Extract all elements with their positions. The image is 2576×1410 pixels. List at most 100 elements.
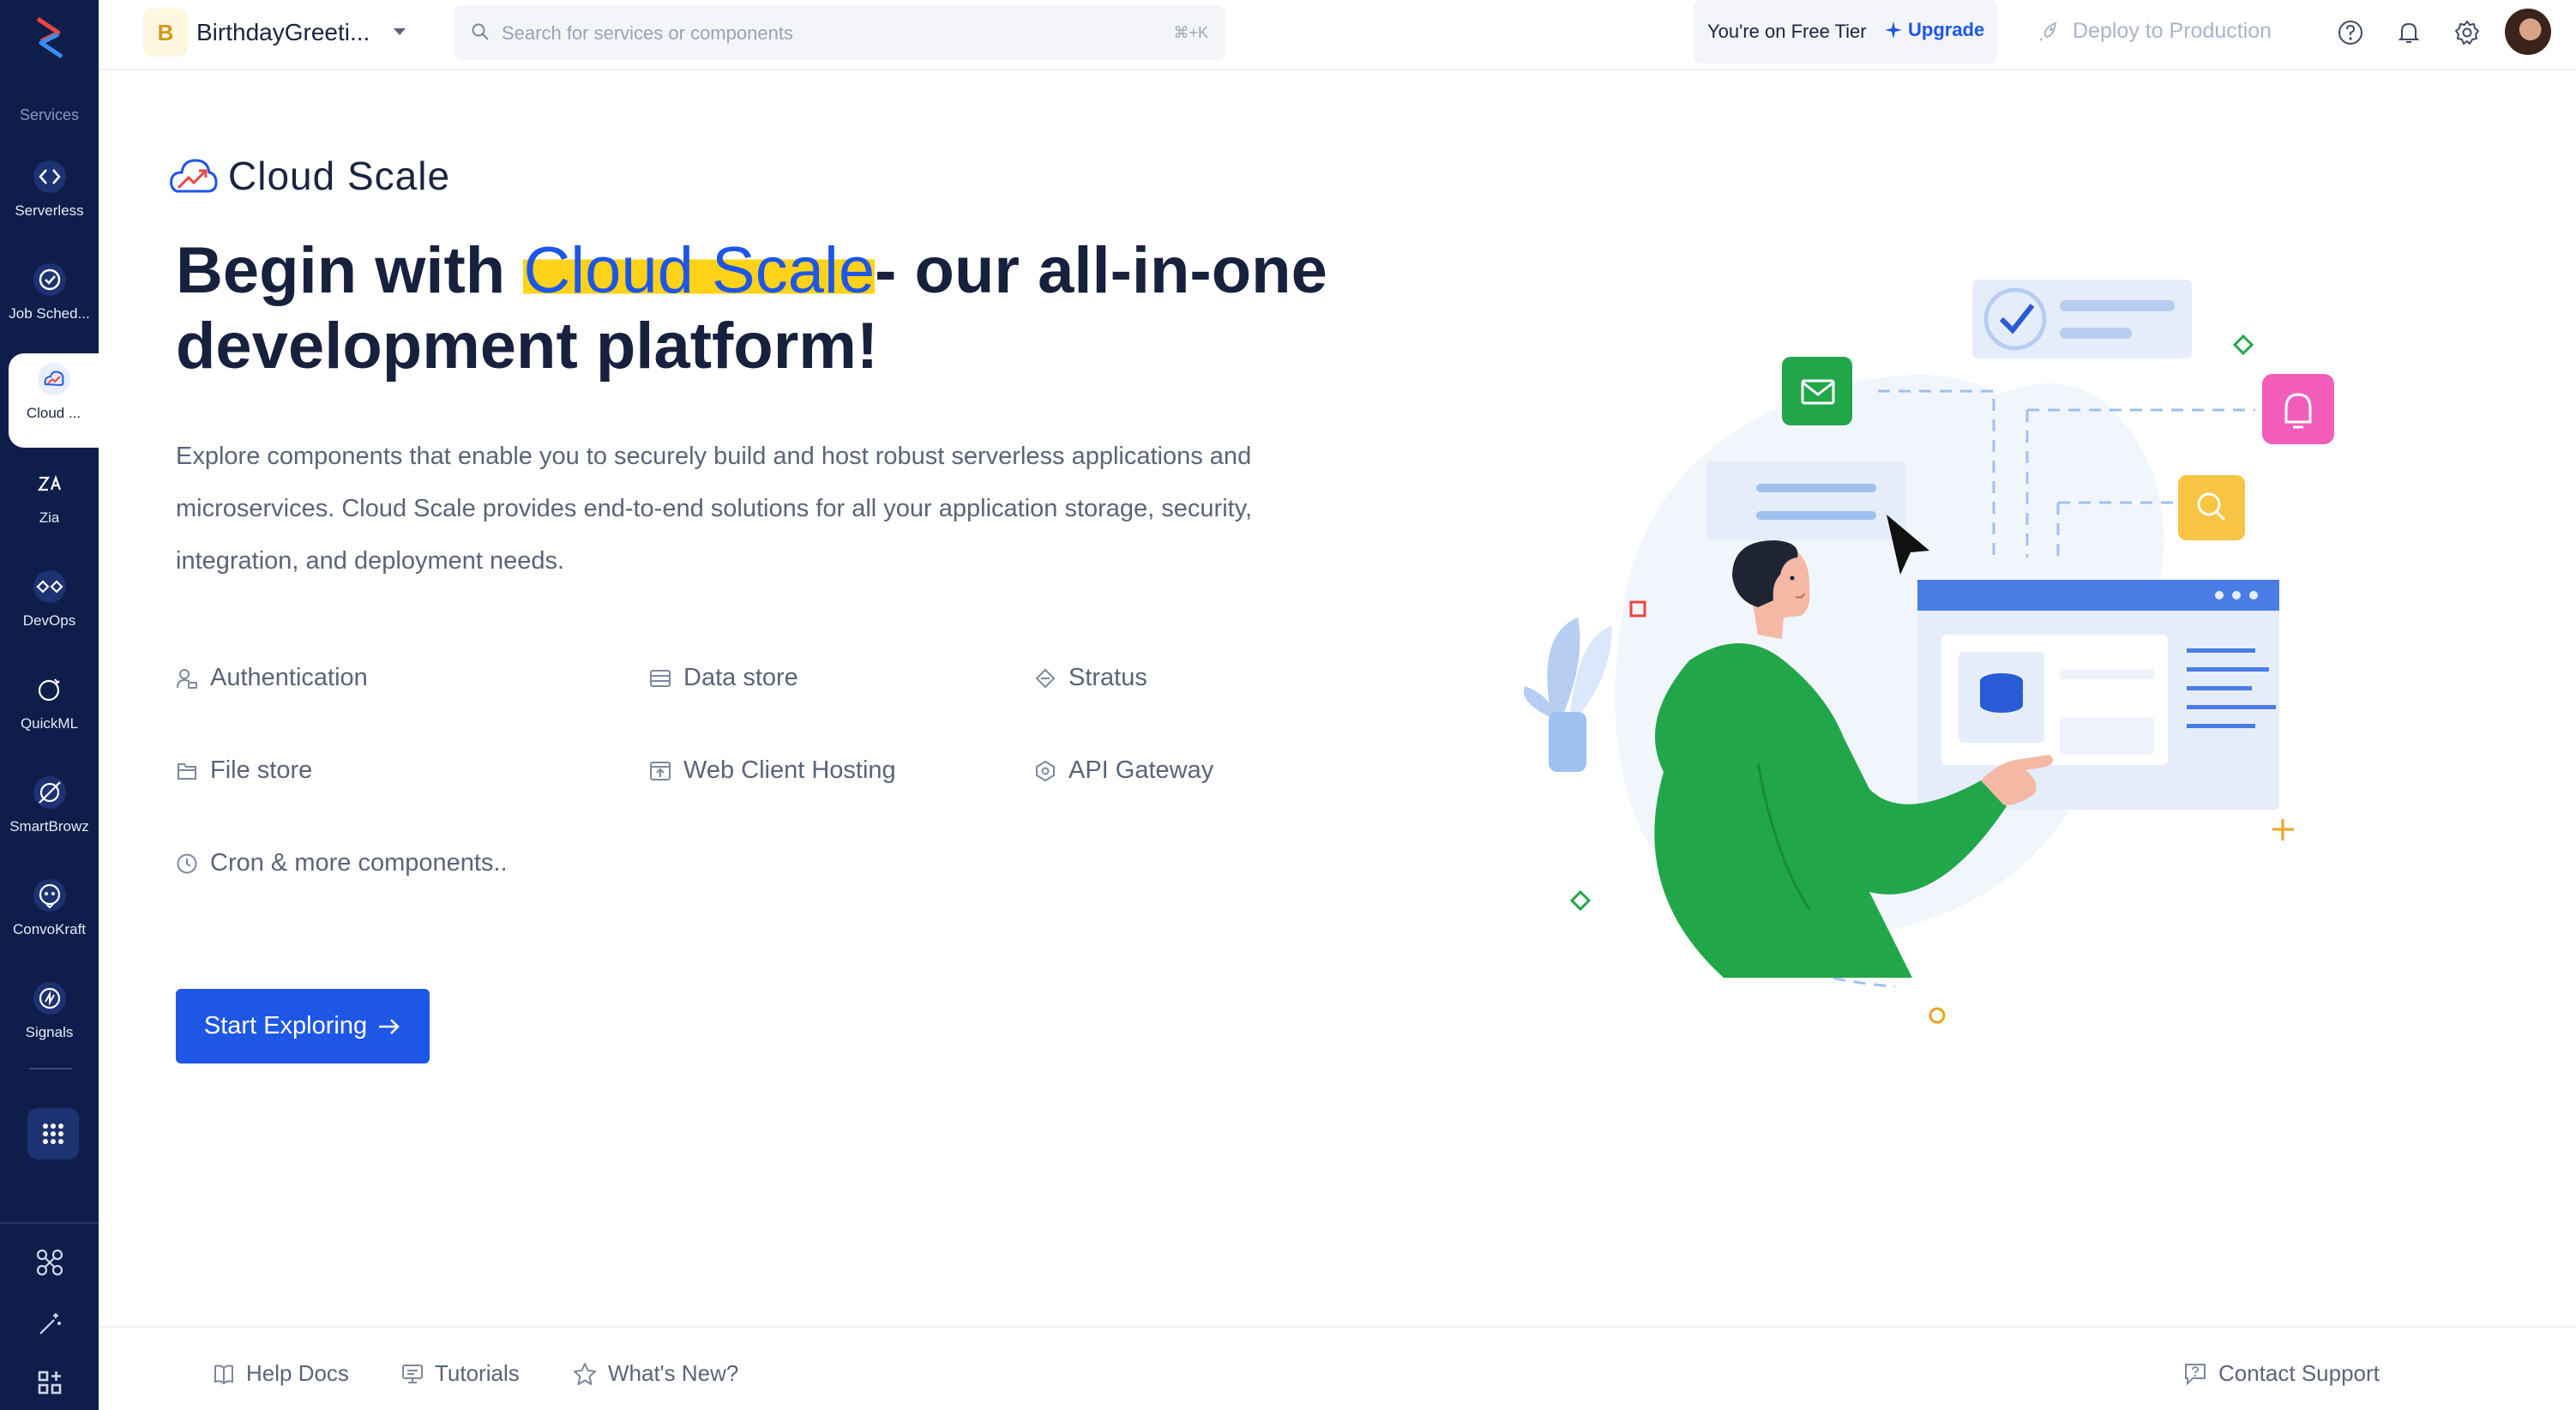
quickml-icon [29,669,70,710]
feature-label: API Gateway [1068,756,1214,784]
search-shortcut: ⌘+K [1173,24,1208,41]
feature-label: Data store [683,664,798,691]
signals-icon [29,978,70,1019]
book-icon [214,1364,233,1384]
help-docs-label: Help Docs [246,1360,349,1386]
user-avatar[interactable] [2505,9,2551,55]
sidebar: Services Serverless Job Sched... Cloud .… [0,0,99,1410]
chevron-down-icon[interactable] [392,26,407,41]
api-gateway-icon [1036,760,1055,781]
whats-new-label: What's New? [608,1360,739,1386]
upgrade-label: Upgrade [1908,19,1985,40]
page-description: Explore components that enable you to se… [176,443,1253,575]
sidebar-item-serverless[interactable]: Serverless [0,151,99,245]
feature-label: File store [210,756,313,784]
devops-icon [29,566,70,607]
sidebar-item-convokraft[interactable]: ConvoKraft [0,870,99,964]
cloud-scale-icon [33,359,75,400]
widgets-icon[interactable] [33,1365,67,1400]
cron-icon [177,853,197,873]
feature-cron: Cron & more components.. [176,849,508,877]
sidebar-item-zia[interactable]: Zia [0,458,99,552]
deploy-label: Deploy to Production [2073,19,2272,43]
file-store-icon [178,762,196,780]
developer-illustration [1523,280,2334,1024]
sidebar-item-label: Job Sched... [9,305,90,322]
arrow-right-icon [379,1018,400,1034]
search-icon [471,22,490,45]
help-icon[interactable] [2335,17,2366,48]
contact-support-link[interactable]: Contact Support [2182,1360,2380,1387]
sidebar-item-devops[interactable]: DevOps [0,561,99,655]
authentication-icon [177,668,197,689]
sidebar-item-quickml[interactable]: QuickML [0,664,99,758]
feature-stratus: Stratus [1034,664,1147,692]
notification-bell-icon[interactable] [2393,17,2424,48]
project-name[interactable]: BirthdayGreeti... [196,19,370,46]
feature-authentication: Authentication [176,664,368,692]
footer: Help Docs Tutorials What's New? Contact … [99,1326,2576,1410]
tier-banner: You're on Free Tier Upgrade [1694,0,1998,63]
feature-api-gateway: API Gateway [1034,756,1213,785]
sidebar-item-job-scheduling[interactable]: Job Sched... [0,254,99,348]
sidebar-section-label: Services [19,106,80,124]
all-services-grid-icon[interactable] [27,1108,79,1160]
job-scheduling-icon [29,259,70,300]
feature-label: Stratus [1068,664,1147,691]
tutorials-label: Tutorials [435,1360,520,1386]
sidebar-item-smartbrowz[interactable]: SmartBrowz [0,767,99,861]
cta-label: Start Exploring [203,1012,368,1039]
data-store-icon [650,669,671,687]
start-exploring-button[interactable]: Start Exploring [176,989,430,1064]
contact-support-label: Contact Support [2218,1360,2380,1386]
sidebar-item-label: Zia [39,509,60,526]
search-input[interactable]: Search for services or components ⌘+K [454,5,1225,60]
sidebar-item-label: ConvoKraft [12,921,87,937]
web-client-hosting-icon [650,761,671,780]
help-docs-link[interactable]: Help Docs [212,1360,349,1387]
upgrade-button[interactable]: Upgrade [1884,19,1984,41]
feature-label: Web Client Hosting [683,756,896,784]
headline-highlight: Cloud Scale [523,234,876,307]
sidebar-item-label: Signals [25,1024,74,1040]
feature-web-client-hosting: Web Client Hosting [649,756,896,785]
tutorials-link[interactable]: Tutorials [400,1360,520,1387]
serverless-icon [29,156,70,197]
tutorial-screen-icon [402,1364,423,1383]
sidebar-item-cloud-scale[interactable]: Cloud ... [9,353,99,448]
tier-text: You're on Free Tier [1707,21,1867,42]
sidebar-item-signals[interactable]: Signals [0,973,99,1067]
headline-prefix: Begin with [176,234,524,307]
whats-new-link[interactable]: What's New? [572,1360,738,1387]
feature-label: Cron & more components.. [210,849,508,877]
deploy-to-production-button[interactable]: Deploy to Production [2037,19,2272,44]
support-chat-icon [2185,1363,2206,1385]
sparkle-icon [1885,21,1902,39]
page-headline: Begin with Cloud Scale- our all-in-one d… [176,233,1462,384]
zia-icon [29,463,70,504]
sidebar-item-label: QuickML [20,715,79,732]
sidebar-item-label: Cloud ... [26,405,81,421]
magic-wand-icon[interactable] [33,1307,67,1341]
cloud-scale-logo-icon [170,159,218,193]
feature-data-store: Data store [649,664,798,692]
rocket-icon [2039,21,2057,41]
settings-gear-icon[interactable] [2452,17,2483,48]
sidebar-bottom-divider [0,1222,99,1224]
sidebar-item-label: DevOps [22,612,76,629]
sidebar-item-label: Serverless [15,202,84,219]
headline-suffix: - our all-in-one [875,234,1327,307]
catalyst-logo-icon[interactable] [29,15,70,60]
feature-file-store: File store [176,756,312,785]
headline-line-2: development platform! [176,310,879,383]
service-brand: Cloud Scale [168,153,450,199]
service-title: Cloud Scale [228,154,451,198]
feature-label: Authentication [210,664,368,691]
convokraft-icon [29,875,70,916]
project-avatar[interactable]: B [143,9,188,57]
stratus-icon [1035,668,1056,688]
integrations-icon[interactable] [33,1245,67,1280]
top-bar: B BirthdayGreeti... Search for services … [99,0,2576,70]
smartbrowz-icon [29,772,70,813]
sidebar-item-label: SmartBrowz [9,818,89,835]
